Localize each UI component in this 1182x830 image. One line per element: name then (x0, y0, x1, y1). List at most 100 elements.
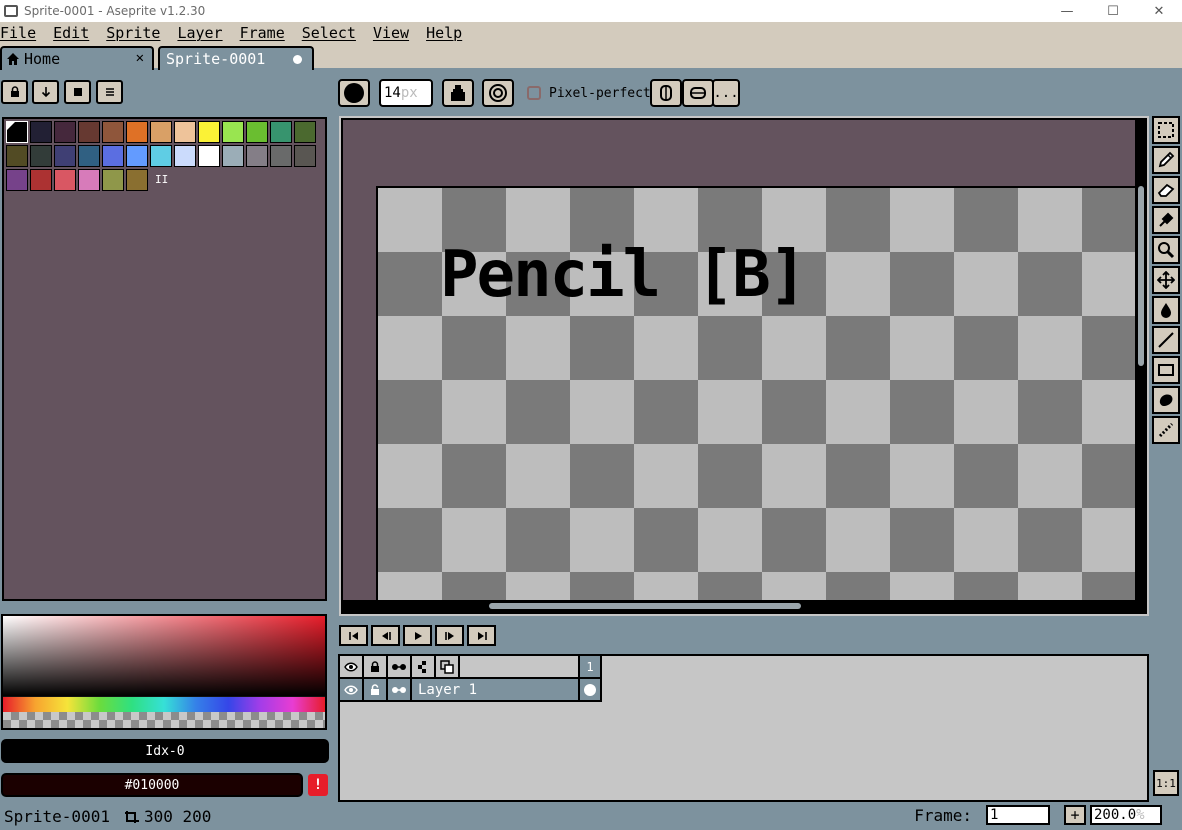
hue-slider[interactable] (3, 697, 325, 712)
status-zoom-field[interactable]: 200.0 % (1090, 805, 1162, 825)
menu-select[interactable]: Select (302, 24, 362, 42)
palette-swatch[interactable] (6, 145, 28, 167)
palette-swatch[interactable] (102, 121, 124, 143)
tool-rectangular-marquee[interactable] (1152, 116, 1180, 144)
palette-swatch[interactable] (198, 145, 220, 167)
palette-swatch[interactable] (246, 145, 268, 167)
palette-swatch[interactable] (30, 145, 52, 167)
symmetry-vertical-button[interactable] (650, 79, 682, 107)
palette-swatch[interactable] (198, 121, 220, 143)
palette-swatch[interactable] (126, 121, 148, 143)
palette-swatch[interactable] (150, 145, 172, 167)
tab-home[interactable]: Home ✕ (0, 46, 154, 70)
zoom-reset-button[interactable]: 1:1 (1153, 770, 1179, 796)
palette-swatch[interactable] (78, 145, 100, 167)
ink-type-button[interactable] (442, 79, 474, 107)
tool-blur[interactable] (1152, 416, 1180, 444)
previous-frame-button[interactable] (371, 625, 400, 646)
tool-move[interactable] (1152, 266, 1180, 294)
palette-swatch[interactable] (246, 121, 268, 143)
palette-swatch[interactable] (30, 169, 52, 191)
alpha-slider[interactable] (3, 712, 325, 728)
tool-paint-bucket[interactable] (1152, 296, 1180, 324)
palette-options-button[interactable] (96, 80, 123, 104)
palette-presets-button[interactable] (64, 80, 91, 104)
pressure-button[interactable] (482, 79, 514, 107)
tool-line[interactable] (1152, 326, 1180, 354)
palette-swatch[interactable] (6, 169, 28, 191)
palette-swatch[interactable] (30, 121, 52, 143)
timeline-layer-tree-header[interactable] (412, 656, 436, 679)
palette-swatch[interactable] (54, 169, 76, 191)
horizontal-scrollbar-thumb[interactable] (489, 603, 801, 609)
first-frame-button[interactable] (339, 625, 368, 646)
palette-swatch[interactable] (270, 145, 292, 167)
palette-swatch[interactable] (54, 145, 76, 167)
tool-zoom[interactable] (1152, 236, 1180, 264)
palette-swatch[interactable] (294, 145, 316, 167)
layer-continuous-toggle[interactable] (388, 679, 412, 702)
last-frame-button[interactable] (467, 625, 496, 646)
palette-swatch[interactable] (126, 169, 148, 191)
next-frame-button[interactable] (435, 625, 464, 646)
tab-modified-dot-icon[interactable] (293, 55, 302, 64)
more-options-button[interactable]: ... (712, 79, 740, 107)
timeline[interactable]: 1 Layer 1 (338, 654, 1149, 802)
tab-sprite-0001[interactable]: Sprite-0001 (158, 46, 314, 70)
palette-swatch[interactable] (174, 145, 196, 167)
palette-swatch[interactable] (102, 169, 124, 191)
brush-type-button[interactable] (338, 79, 370, 107)
tool-eyedropper[interactable] (1152, 206, 1180, 234)
menu-help[interactable]: Help (426, 24, 468, 42)
palette-swatch[interactable] (174, 121, 196, 143)
palette-swatch[interactable] (294, 121, 316, 143)
timeline-onion-skin-header[interactable] (436, 656, 460, 679)
sprite-editor[interactable]: Pencil [B] (339, 116, 1149, 616)
add-frame-button[interactable]: + (1064, 805, 1086, 825)
saturation-value-area[interactable] (3, 616, 325, 696)
pixel-perfect-checkbox[interactable] (527, 86, 541, 100)
palette-swatch[interactable] (78, 121, 100, 143)
timeline-continuous-header[interactable] (388, 656, 412, 679)
palette-swatch[interactable] (6, 121, 28, 143)
maximize-button[interactable]: ☐ (1090, 0, 1136, 22)
color-spectrum[interactable] (1, 614, 327, 730)
timeline-lock-header[interactable] (364, 656, 388, 679)
menu-sprite[interactable]: Sprite (106, 24, 166, 42)
palette-swatch[interactable] (126, 145, 148, 167)
frame-header-1[interactable]: 1 (580, 656, 602, 679)
horizontal-scrollbar[interactable] (343, 600, 1147, 612)
vertical-scrollbar[interactable] (1135, 120, 1147, 600)
menu-file[interactable]: File (0, 24, 42, 42)
timeline-visibility-header[interactable] (340, 656, 364, 679)
palette-lock-button[interactable] (1, 80, 28, 104)
palette-swatch[interactable] (78, 169, 100, 191)
minimize-button[interactable]: — (1044, 0, 1090, 22)
foreground-color-button[interactable]: Idx-0 (1, 739, 329, 763)
layer-name[interactable]: Layer 1 (412, 679, 580, 702)
editor-viewport[interactable]: Pencil [B] (343, 120, 1135, 600)
cel-layer1-frame1[interactable] (580, 679, 602, 702)
palette-swatch[interactable] (270, 121, 292, 143)
warning-icon[interactable]: ! (308, 774, 328, 796)
menu-edit[interactable]: Edit (53, 24, 95, 42)
palette-swatch[interactable] (150, 121, 172, 143)
close-window-button[interactable]: ✕ (1136, 0, 1182, 22)
palette-swatch[interactable] (222, 145, 244, 167)
tool-eraser[interactable] (1152, 176, 1180, 204)
palette-swatch[interactable] (102, 145, 124, 167)
menu-view[interactable]: View (373, 24, 415, 42)
palette-sort-button[interactable] (32, 80, 59, 104)
tool-rectangle[interactable] (1152, 356, 1180, 384)
menu-frame[interactable]: Frame (240, 24, 291, 42)
menu-layer[interactable]: Layer (177, 24, 228, 42)
layer-visibility-toggle[interactable] (340, 679, 364, 702)
tool-contour[interactable] (1152, 386, 1180, 414)
layer-lock-toggle[interactable] (364, 679, 388, 702)
tab-home-close-button[interactable]: ✕ (136, 50, 144, 66)
vertical-scrollbar-thumb[interactable] (1138, 186, 1144, 366)
palette-swatch[interactable] (222, 121, 244, 143)
brush-size-field[interactable]: 14 px (379, 79, 433, 107)
status-frame-field[interactable]: 1 (986, 805, 1050, 825)
play-button[interactable] (403, 625, 432, 646)
